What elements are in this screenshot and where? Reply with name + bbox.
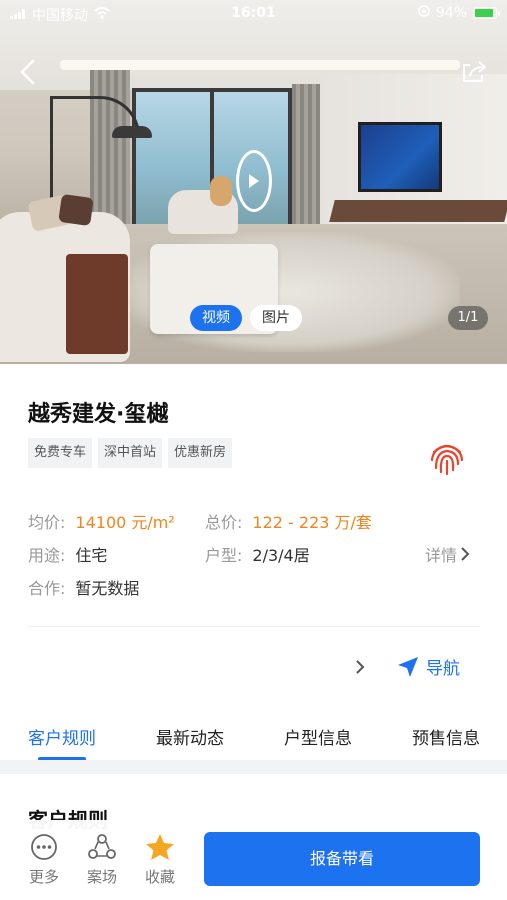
avg-price-label: 均价: bbox=[28, 513, 66, 532]
media-counter: 1/1 bbox=[448, 306, 488, 330]
team-icon bbox=[87, 832, 117, 862]
favorite-label: 收藏 bbox=[144, 868, 175, 886]
scene-lamp-shade bbox=[112, 126, 152, 138]
rotation-lock-icon bbox=[418, 5, 430, 21]
tag: 深中首站 bbox=[98, 438, 163, 468]
share-icon bbox=[463, 61, 486, 82]
site-label: 案场 bbox=[86, 868, 117, 886]
status-right-group: 94% bbox=[418, 5, 500, 21]
back-arrow-icon bbox=[20, 59, 35, 85]
scene-vase bbox=[210, 176, 232, 206]
usage-row: 用途: 住宅 bbox=[28, 542, 107, 566]
total-price-value: 122 - 223 万/套 bbox=[252, 513, 372, 532]
tag: 免费专车 bbox=[28, 438, 93, 468]
project-title: 越秀建发·玺樾 bbox=[28, 402, 169, 427]
avg-price-row: 均价: 14100 元/m² bbox=[28, 509, 175, 533]
battery-icon bbox=[473, 7, 500, 19]
navigate-label: 导航 bbox=[426, 659, 460, 679]
detail-label: 详情 bbox=[425, 546, 458, 565]
navigation-arrow-icon bbox=[398, 656, 418, 677]
back-button[interactable] bbox=[12, 56, 44, 88]
more-icon bbox=[29, 832, 59, 862]
status-bar: 中国移动 16:01 94% bbox=[0, 0, 507, 28]
section-tabs: 客户规则 最新动态 户型信息 预售信息 bbox=[28, 724, 480, 761]
fingerprint-icon[interactable] bbox=[428, 440, 468, 476]
battery-percent: 94% bbox=[435, 5, 467, 21]
total-price-label: 总价: bbox=[205, 513, 243, 532]
detail-link[interactable]: 详情 bbox=[425, 542, 471, 566]
scene-side-table bbox=[66, 254, 128, 354]
usage-value: 住宅 bbox=[75, 546, 108, 565]
chevron-right-icon bbox=[461, 547, 470, 561]
cooperation-label: 合作: bbox=[28, 579, 66, 598]
bottom-action-bar: 更多 案场 收藏 报备带看 bbox=[0, 820, 507, 900]
total-price-row: 总价: 122 - 223 万/套 bbox=[205, 509, 372, 533]
play-icon bbox=[249, 174, 259, 188]
divider bbox=[28, 626, 480, 627]
scene-pillow bbox=[58, 193, 94, 227]
scene-tv bbox=[358, 122, 442, 192]
address-row[interactable]: 导航 bbox=[354, 654, 460, 679]
media-tab-video[interactable]: 视频 bbox=[190, 305, 242, 331]
site-button[interactable]: 案场 bbox=[78, 832, 126, 887]
report-visit-button[interactable]: 报备带看 bbox=[204, 832, 480, 886]
media-tab-photos[interactable]: 图片 bbox=[250, 305, 302, 331]
cooperation-row: 合作: 暂无数据 bbox=[28, 575, 139, 599]
tab-presale-info[interactable]: 预售信息 bbox=[412, 724, 480, 749]
avg-price-value: 14100 元/m² bbox=[75, 513, 175, 532]
battery-fill bbox=[475, 9, 493, 17]
scene-curtain-left bbox=[90, 70, 130, 230]
tab-unit-info[interactable]: 户型信息 bbox=[284, 724, 352, 749]
section-separator bbox=[0, 760, 507, 774]
layout-label: 户型: bbox=[205, 546, 243, 565]
favorite-button[interactable]: 收藏 bbox=[136, 832, 184, 887]
tag: 优惠新房 bbox=[168, 438, 233, 468]
tab-customer-rules[interactable]: 客户规则 bbox=[28, 724, 96, 761]
tag-list: 免费专车 深中首站 优惠新房 bbox=[28, 438, 233, 468]
scene-tv-cabinet bbox=[329, 200, 507, 222]
more-label: 更多 bbox=[28, 868, 59, 886]
cooperation-value: 暂无数据 bbox=[75, 579, 140, 598]
media-tabs: 视频 图片 bbox=[190, 305, 302, 331]
usage-label: 用途: bbox=[28, 546, 66, 565]
tab-latest-news[interactable]: 最新动态 bbox=[156, 724, 224, 749]
navigate-button[interactable]: 导航 bbox=[396, 654, 460, 679]
play-button[interactable] bbox=[236, 150, 272, 212]
scene-curtain-right bbox=[292, 84, 320, 224]
scene-ceiling-light bbox=[60, 60, 460, 70]
more-button[interactable]: 更多 bbox=[20, 832, 68, 887]
share-button[interactable] bbox=[458, 56, 490, 88]
layout-row: 户型: 2/3/4居 bbox=[205, 542, 310, 566]
chevron-right-icon bbox=[356, 659, 365, 674]
layout-value: 2/3/4居 bbox=[252, 546, 310, 565]
star-icon bbox=[145, 832, 175, 862]
